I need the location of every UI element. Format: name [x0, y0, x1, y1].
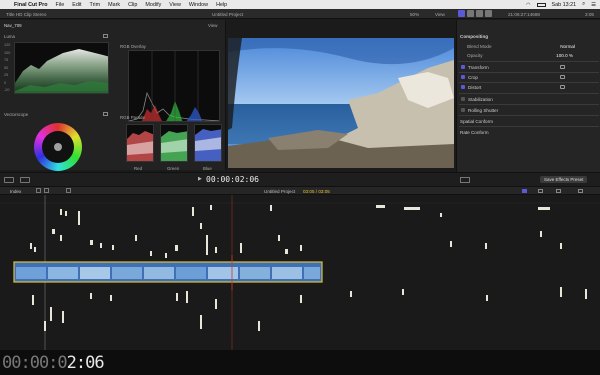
app-menu[interactable]: Final Cut Pro	[14, 2, 48, 8]
connect-clip-icon[interactable]	[20, 177, 30, 183]
blend-mode-row[interactable]: Blend Mode Normal	[457, 42, 600, 50]
menu-modify[interactable]: Modify	[145, 2, 161, 8]
vectorscope-title: Vectorscope	[4, 112, 29, 117]
rolling-shutter-checkbox[interactable]	[461, 108, 465, 112]
rgb-parade-title: RGB Parade	[120, 115, 145, 120]
spatial-conform-row[interactable]: Spatial Conform	[457, 117, 600, 125]
rgb-overlay-title: RGB Overlay	[120, 44, 146, 49]
timeline[interactable]	[0, 195, 600, 355]
opacity-value[interactable]: 100.0 %	[556, 53, 573, 58]
scopes-view-menu[interactable]: View	[208, 23, 217, 28]
inspector-video-tab-icon[interactable]	[458, 10, 465, 17]
select-tool-icon[interactable]	[66, 188, 71, 193]
parade-label-green: Green	[167, 166, 180, 171]
viewer-view-menu[interactable]: View	[435, 12, 445, 17]
timeline-duration: 03:05 / 03:05	[303, 188, 330, 194]
rate-conform-row[interactable]: Rate Conform	[457, 128, 600, 136]
inspector-timecode: 21:06:27:14688	[508, 12, 540, 17]
rgb-overlay-histogram	[128, 50, 220, 122]
crop-row[interactable]: Crop	[457, 73, 600, 81]
stabilization-checkbox[interactable]	[461, 97, 465, 101]
rgb-parade-blue	[194, 124, 222, 162]
menu-view[interactable]: View	[169, 2, 181, 8]
menu-list-icon[interactable]: ☰	[591, 2, 596, 8]
big-timecode: 00:00:02:06	[2, 353, 105, 373]
menubar-clock[interactable]: Sab 13:21	[552, 2, 577, 8]
scope-clip-name: Nav_709	[4, 23, 22, 28]
menu-mark[interactable]: Mark	[108, 2, 120, 8]
clip-appearance-icon[interactable]	[578, 189, 583, 193]
timeline-canvas	[0, 195, 600, 355]
distort-row[interactable]: Distort	[457, 83, 600, 91]
snapping-icon[interactable]	[460, 177, 470, 183]
audio-skimming-icon[interactable]	[538, 189, 543, 193]
luma-title: Luma	[4, 34, 15, 39]
viewer-project-name: Untitled Project	[212, 12, 244, 17]
menu-window[interactable]: Window	[189, 2, 208, 8]
inspector-audio-tab-icon[interactable]	[467, 10, 474, 17]
timecode-overlay-bar: 00:00:02:06	[0, 350, 600, 375]
library-name: Title HD Clip Stereo	[6, 12, 47, 17]
menu-edit[interactable]: Edit	[72, 2, 81, 8]
menu-trim[interactable]: Trim	[90, 2, 101, 8]
menu-file[interactable]: File	[56, 2, 65, 8]
viewer-zoom-menu[interactable]: 50%	[410, 12, 419, 17]
menu-help[interactable]: Help	[216, 2, 227, 8]
wifi-icon[interactable]: ◠	[526, 2, 530, 8]
skimming-icon[interactable]	[522, 189, 527, 193]
transform-row[interactable]: Transform	[457, 63, 600, 71]
inspector-info-tab-icon[interactable]	[485, 10, 492, 17]
viewer-video-frame[interactable]	[228, 38, 454, 168]
toolbar: ▶ 00:00:02:06 Save Effects Preset	[0, 172, 600, 186]
stabilization-row[interactable]: Stabilization	[457, 95, 600, 103]
index-button[interactable]: Index	[10, 189, 21, 194]
play-icon[interactable]: ▶	[198, 176, 202, 182]
luma-waveform	[14, 42, 109, 94]
toolbar-timecode[interactable]: 00:00:02:06	[206, 175, 259, 184]
timeline-project-name: Untitled Project	[264, 188, 296, 194]
inspector-filter-tab-icon[interactable]	[476, 10, 483, 17]
timeline-header: Index Untitled Project 03:05 / 03:05	[0, 186, 600, 195]
compositing-header: Compositing	[460, 33, 489, 39]
transform-onscreen-icon[interactable]	[560, 65, 565, 69]
menu-bar: Final Cut Pro File Edit Trim Mark Clip M…	[0, 0, 600, 9]
forward-icon[interactable]	[44, 188, 49, 193]
battery-icon[interactable]	[536, 2, 546, 7]
menu-clip[interactable]: Clip	[128, 2, 137, 8]
inspector-panel: Compositing Blend Mode Normal Opacity 10…	[456, 20, 600, 177]
edit-tool-icon[interactable]	[4, 177, 14, 183]
luma-settings-icon[interactable]	[103, 34, 108, 38]
solo-icon[interactable]	[556, 189, 561, 193]
vectorscope-settings-icon[interactable]	[103, 112, 108, 116]
search-icon[interactable]: ⌕	[582, 1, 585, 8]
rgb-parade-red	[126, 124, 154, 162]
crop-onscreen-icon[interactable]	[560, 75, 565, 79]
save-effects-preset-button[interactable]: Save Effects Preset	[540, 176, 588, 183]
distort-onscreen-icon[interactable]	[560, 85, 565, 89]
opacity-row[interactable]: Opacity 100.0 %	[457, 51, 600, 59]
back-icon[interactable]	[36, 188, 41, 193]
transform-checkbox[interactable]	[461, 65, 465, 69]
window-title-strip: Title HD Clip Stereo Untitled Project 50…	[0, 9, 600, 19]
parade-label-red: Red	[134, 166, 143, 171]
crop-checkbox[interactable]	[461, 75, 465, 79]
inspector-duration: 3:05	[585, 12, 594, 17]
rolling-shutter-row[interactable]: Rolling Shutter	[457, 106, 600, 114]
distort-checkbox[interactable]	[461, 85, 465, 89]
rgb-parade-green	[160, 124, 188, 162]
parade-label-blue: Blue	[203, 166, 212, 171]
video-scopes-panel: Nav_709 View Luma 120 100 75 50 25 0 -20…	[0, 20, 226, 171]
vectorscope-graticule	[34, 123, 82, 171]
blend-mode-value[interactable]: Normal	[560, 44, 575, 49]
luma-scale: 120 100 75 50 25 0 -20	[4, 43, 11, 92]
